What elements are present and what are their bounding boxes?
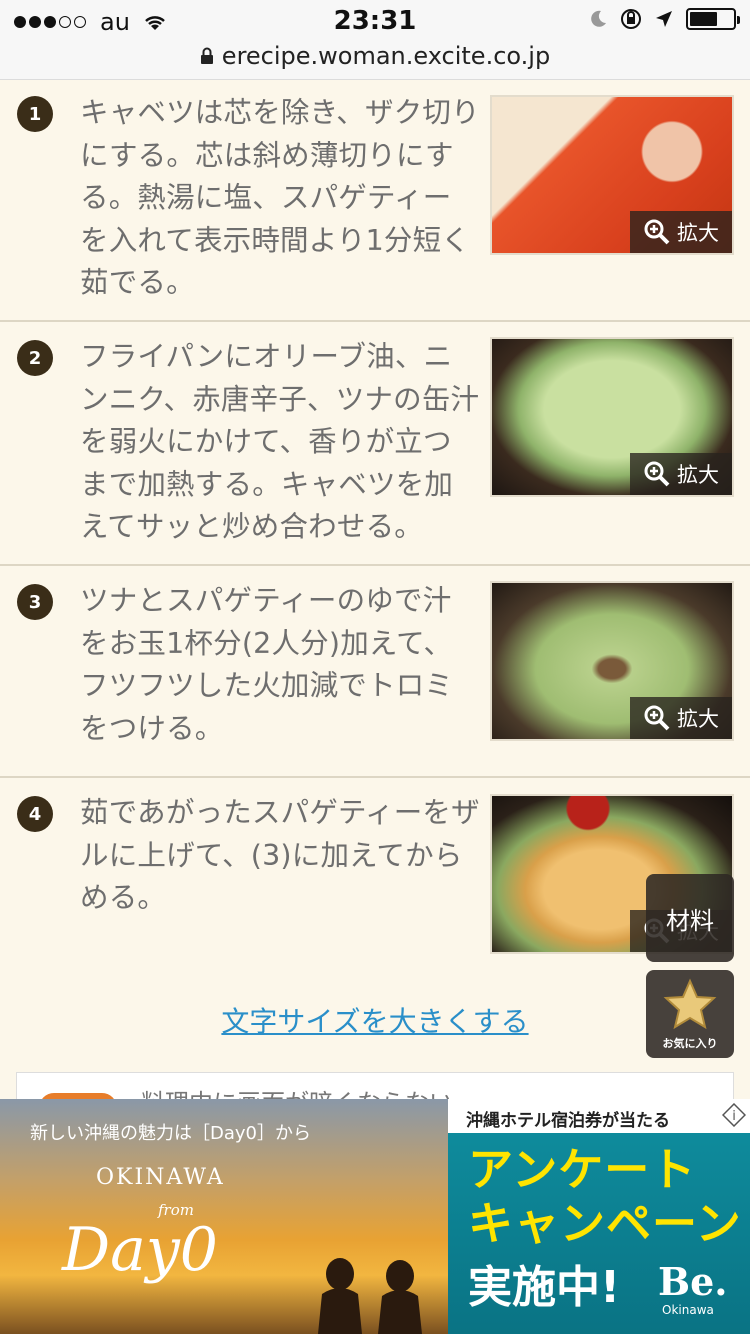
url-text: erecipe.woman.excite.co.jp <box>221 42 551 70</box>
step-number: 1 <box>17 96 53 132</box>
svg-text:i: i <box>732 1109 736 1124</box>
step-photo[interactable]: 拡大 <box>490 337 734 497</box>
zoom-label: 拡大 <box>677 707 719 731</box>
ad-brand: Be. <box>658 1259 728 1304</box>
step-text: 茹であがったスパゲティーをザルに上げて、(3)に加えてからめる。 <box>80 796 480 914</box>
favorite-label: お気に入り <box>662 1037 718 1050</box>
address-bar[interactable]: erecipe.woman.excite.co.jp <box>0 42 750 70</box>
step-3: 3 ツナとスパゲティーのゆで汁をお玉1杯分(2人分)加えて、フツフツした火加減で… <box>0 566 750 778</box>
zoom-button[interactable]: 拡大 <box>630 453 732 495</box>
lock-icon <box>200 47 213 64</box>
zoom-button[interactable]: 拡大 <box>630 697 732 739</box>
info-icon[interactable]: i <box>722 1103 746 1127</box>
ad-okinawa: OKINAWA <box>96 1165 225 1190</box>
star-icon <box>663 978 717 1030</box>
step-number: 3 <box>17 584 53 620</box>
ad-line-3: 実施中! <box>468 1262 621 1313</box>
ad-brand-sub: Okinawa <box>662 1303 714 1317</box>
battery-icon <box>686 8 740 30</box>
font-size-link[interactable]: 文字サイズを大きくする <box>0 1000 750 1040</box>
ad-right-panel[interactable]: 沖縄ホテル宿泊券が当たる i アンケート キャンペーン 実施中! Be. Oki… <box>448 1099 750 1334</box>
ad-silhouette <box>318 1258 422 1334</box>
ad-left-panel[interactable]: 新しい沖縄の魅力は［Day0］から OKINAWA from Day0 <box>0 1099 448 1334</box>
recipe-steps: 1 キャベツは芯を除き、ザク切りにする。芯は斜め薄切りにする。熱湯に塩、スパゲテ… <box>0 80 750 978</box>
step-text: ツナとスパゲティーのゆで汁をお玉1杯分(2人分)加えて、フツフツした火加減でトロ… <box>80 584 454 745</box>
ad-banner[interactable]: 新しい沖縄の魅力は［Day0］から OKINAWA from Day0 沖縄ホテ… <box>0 1099 750 1334</box>
zoom-button[interactable]: 拡大 <box>630 211 732 253</box>
favorite-button[interactable]: お気に入り <box>646 970 734 1058</box>
ad-tagline: 新しい沖縄の魅力は［Day0］から <box>30 1123 311 1144</box>
battery-level <box>690 12 718 26</box>
ad-line-2: キャンペーン <box>468 1197 742 1250</box>
ingredients-label: 材料 <box>666 906 714 935</box>
zoom-label: 拡大 <box>677 221 719 245</box>
location-icon <box>656 11 672 27</box>
step-text: フライパンにオリーブ油、ニンニク、赤唐辛子、ツナの缶汁を弱火にかけて、香りが立つ… <box>80 340 480 543</box>
step-number: 4 <box>17 796 53 832</box>
step-text: キャベツは芯を除き、ザク切りにする。芯は斜め薄切りにする。熱湯に塩、スパゲティー… <box>80 96 480 299</box>
step-photo[interactable]: 拡大 <box>490 581 734 741</box>
step-photo[interactable]: 拡大 <box>490 95 734 255</box>
status-right <box>588 8 740 30</box>
step-1: 1 キャベツは芯を除き、ザク切りにする。芯は斜め薄切りにする。熱湯に塩、スパゲテ… <box>0 80 750 322</box>
zoom-label: 拡大 <box>677 463 719 487</box>
zoom-in-icon <box>644 219 670 245</box>
step-number: 2 <box>17 340 53 376</box>
step-4: 4 茹であがったスパゲティーをザルに上げて、(3)に加えてからめる。 拡大 <box>0 778 750 978</box>
moon-icon <box>591 10 606 27</box>
rotation-lock-icon <box>621 9 641 29</box>
ad-day-logo: Day0 <box>62 1215 218 1285</box>
zoom-in-icon <box>644 705 670 731</box>
ad-line-1: アンケート <box>468 1143 697 1196</box>
ad-headline: 沖縄ホテル宿泊券が当たる <box>448 1099 750 1133</box>
zoom-in-icon <box>644 461 670 487</box>
step-2: 2 フライパンにオリーブ油、ニンニク、赤唐辛子、ツナの缶汁を弱火にかけて、香りが… <box>0 322 750 566</box>
status-bar: au 23:31 erecipe.woman.excite.co.jp <box>0 0 750 80</box>
ingredients-button[interactable]: 材料 <box>646 874 734 962</box>
